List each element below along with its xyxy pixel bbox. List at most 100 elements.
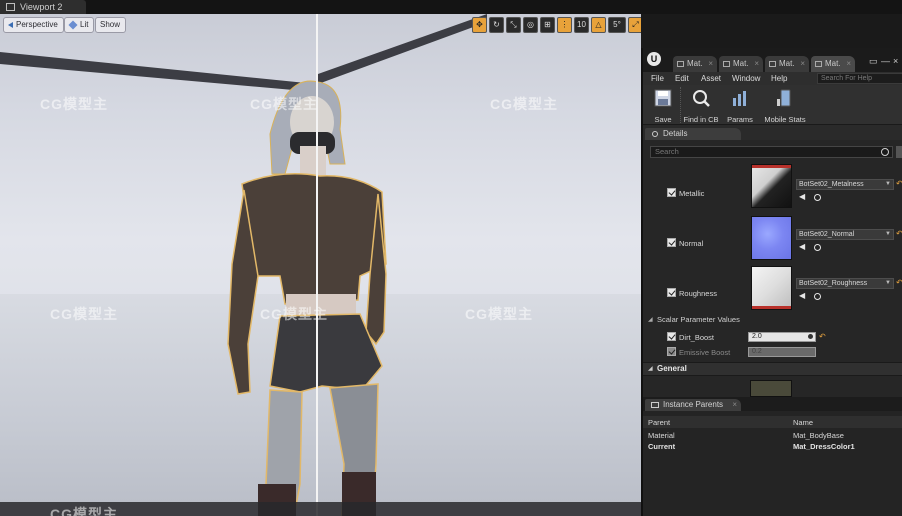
view-options-button[interactable]: [896, 146, 902, 158]
close-window-icon[interactable]: ×: [893, 56, 898, 66]
mobile-stats-button[interactable]: Mobile Stats: [761, 87, 809, 124]
surface-snap-icon[interactable]: ⊞: [540, 17, 555, 33]
grid-snap-icon[interactable]: ⋮: [557, 17, 572, 33]
metallic-checkbox[interactable]: [667, 188, 676, 197]
editor-tab-active[interactable]: Mat. ×: [811, 56, 855, 72]
row-name-cell: Mat_BodyBase: [793, 431, 844, 440]
window-top-bar: Viewport 2: [0, 0, 902, 14]
comparison-divider[interactable]: [316, 14, 318, 516]
tab-label: Mat.: [779, 59, 795, 68]
angle-snap-icon[interactable]: △: [591, 17, 606, 33]
close-icon[interactable]: ×: [708, 56, 713, 72]
grid-size-icon[interactable]: 10: [574, 17, 589, 33]
general-section[interactable]: ◢ General: [643, 362, 902, 376]
general-thumbnail[interactable]: [750, 380, 792, 397]
angle-snap-value[interactable]: 5°: [608, 17, 626, 33]
perspective-icon: [8, 22, 13, 28]
general-section-label: General: [657, 364, 687, 373]
normal-checkbox[interactable]: [667, 238, 676, 247]
collapse-arrow-icon: ◢: [648, 317, 653, 323]
close-icon[interactable]: ×: [846, 56, 851, 72]
browse-icon[interactable]: [814, 293, 821, 300]
roughness-texture-name: BotSet02_Roughness: [799, 280, 868, 287]
metallic-texture-thumbnail[interactable]: [751, 164, 792, 208]
column-header-parent[interactable]: Parent: [648, 418, 670, 427]
dirt-boost-value: 2.0: [752, 333, 762, 340]
param-row-roughness: Roughness BotSet02_Roughness ▼ ↶ ◀: [643, 262, 902, 314]
rotate-tool-icon[interactable]: ↻: [489, 17, 504, 33]
collapse-arrow-icon: ◢: [648, 366, 653, 372]
menu-file[interactable]: File: [651, 72, 664, 85]
tab-label: Mat.: [687, 59, 703, 68]
browse-icon[interactable]: [814, 244, 821, 251]
dirt-boost-checkbox[interactable]: [667, 332, 676, 341]
metallic-label: Metallic: [679, 189, 705, 198]
roughness-texture-dropdown[interactable]: BotSet02_Roughness ▼: [796, 278, 894, 289]
close-icon[interactable]: ×: [800, 56, 805, 72]
viewport-3d[interactable]: CG模型主 CG模型主 CG模型主 CG模型主 CG模型主 CG模型主 CG模型…: [0, 14, 641, 516]
use-selected-icon[interactable]: ◀: [799, 291, 805, 300]
find-in-cb-button[interactable]: Find in CB: [681, 87, 721, 124]
viewport-tab[interactable]: Viewport 2: [0, 0, 86, 14]
dirt-boost-input[interactable]: 2.0: [748, 332, 816, 342]
editor-tab[interactable]: Mat. ×: [719, 56, 763, 72]
param-row-normal: Normal BotSet02_Normal ▼ ↶ ◀: [643, 212, 902, 262]
viewport-transform-tools: ✥ ↻ ⤡ ◎ ⊞ ⋮ 10 △ 5° ⤢: [472, 17, 641, 33]
menu-window[interactable]: Window: [732, 72, 760, 85]
reset-icon[interactable]: ↶: [896, 179, 902, 188]
params-label: Params: [727, 115, 753, 124]
lit-icon: [68, 20, 78, 30]
use-selected-icon[interactable]: ◀: [799, 242, 805, 251]
roughness-texture-thumbnail[interactable]: [751, 266, 792, 310]
watermark: CG模型主: [40, 96, 108, 112]
chat-icon[interactable]: ▭: [869, 56, 878, 67]
details-search-input[interactable]: Search: [650, 146, 893, 158]
mobile-stats-label: Mobile Stats: [764, 115, 806, 124]
translate-tool-icon[interactable]: ✥: [472, 17, 487, 33]
drag-handle-icon[interactable]: [808, 334, 813, 339]
save-button[interactable]: Save: [647, 87, 679, 124]
menu-help[interactable]: Help: [771, 72, 787, 85]
lit-button[interactable]: Lit: [64, 17, 95, 33]
show-button[interactable]: Show: [95, 17, 127, 33]
editor-tab[interactable]: Mat. ×: [673, 56, 717, 72]
watermark: CG模型主: [490, 96, 558, 112]
browse-icon[interactable]: [814, 194, 821, 201]
magnifier-icon: [693, 90, 710, 107]
column-header-name[interactable]: Name: [793, 418, 813, 427]
reset-icon[interactable]: ↶: [819, 332, 826, 341]
ceiling-beam-right: [318, 14, 487, 84]
material-icon: [815, 61, 822, 67]
normal-texture-thumbnail[interactable]: [751, 216, 792, 260]
scalar-parameter-section[interactable]: ◢ Scalar Parameter Values: [643, 314, 902, 326]
save-icon: [654, 89, 672, 107]
save-label: Save: [654, 115, 672, 124]
menu-asset[interactable]: Asset: [701, 72, 721, 85]
use-selected-icon[interactable]: ◀: [799, 192, 805, 201]
details-tab[interactable]: Details: [645, 128, 741, 140]
close-icon[interactable]: ×: [754, 56, 759, 72]
material-icon: [677, 61, 684, 67]
emissive-boost-checkbox[interactable]: [667, 347, 676, 356]
reset-icon[interactable]: ↶: [896, 278, 902, 287]
normal-texture-dropdown[interactable]: BotSet02_Normal ▼: [796, 229, 894, 240]
close-icon[interactable]: ×: [732, 399, 737, 411]
menu-edit[interactable]: Edit: [675, 72, 689, 85]
minimize-icon[interactable]: —: [881, 56, 890, 66]
editor-tab[interactable]: Mat. ×: [765, 56, 809, 72]
instance-parents-tab[interactable]: Instance Parents ×: [645, 399, 741, 411]
world-space-icon[interactable]: ◎: [523, 17, 538, 33]
watermark: CG模型主: [465, 306, 533, 322]
params-button[interactable]: Params: [725, 87, 755, 124]
emissive-boost-input[interactable]: 0.2: [748, 347, 816, 357]
perspective-button[interactable]: Perspective: [3, 17, 64, 33]
reset-icon[interactable]: ↶: [896, 229, 902, 238]
material-icon: [723, 61, 730, 67]
scale-tool-icon[interactable]: ⤡: [506, 17, 521, 33]
roughness-checkbox[interactable]: [667, 288, 676, 297]
param-row-emissive-boost: Emissive Boost 0.2: [643, 345, 902, 359]
metallic-texture-dropdown[interactable]: BotSet02_Metalness ▼: [796, 179, 894, 190]
scale-snap-icon[interactable]: ⤢: [628, 17, 641, 33]
help-search-input[interactable]: Search For Help: [817, 73, 902, 84]
character-model[interactable]: [227, 80, 387, 516]
